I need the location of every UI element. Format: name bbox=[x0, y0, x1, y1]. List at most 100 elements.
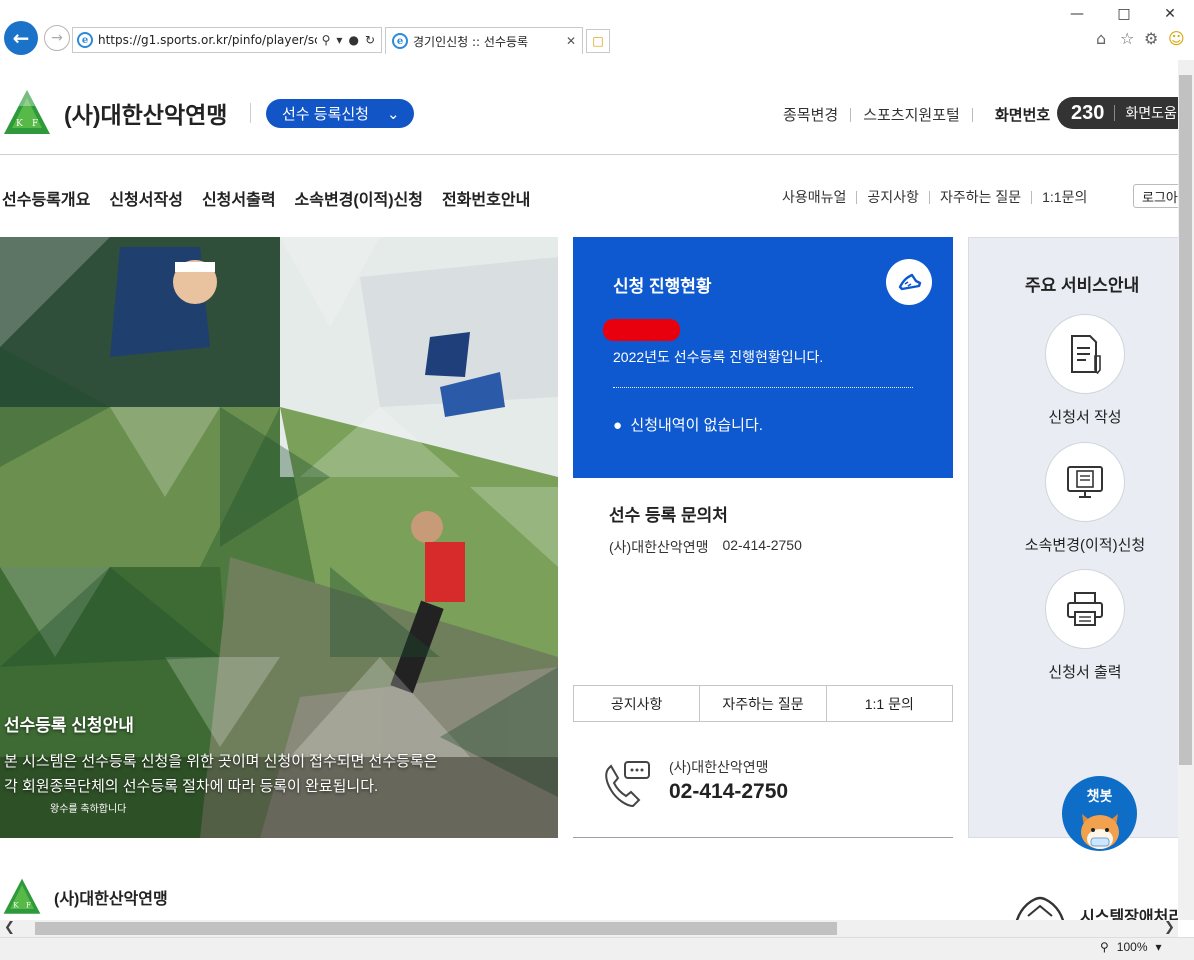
svg-text:K: K bbox=[13, 900, 19, 909]
url-text[interactable]: https://g1.sports.or.kr/pinfo/player/sc2… bbox=[98, 33, 317, 47]
header-divider bbox=[0, 154, 1178, 155]
scroll-right-icon[interactable]: ❯ bbox=[1164, 920, 1175, 935]
chatbot-label: 챗봇 bbox=[1086, 788, 1113, 804]
address-bar[interactable]: e https://g1.sports.or.kr/pinfo/player/s… bbox=[72, 27, 382, 53]
smiley-feedback-icon[interactable]: ☺ bbox=[1168, 29, 1185, 48]
lock-icon[interactable]: ● bbox=[348, 33, 358, 47]
printer-icon bbox=[1045, 569, 1125, 649]
link-sports-portal[interactable]: 스포츠지원포털 bbox=[863, 104, 960, 125]
home-icon[interactable]: ⌂ bbox=[1096, 29, 1106, 48]
runner-icon bbox=[886, 259, 932, 305]
tab-faq[interactable]: 자주하는 질문 bbox=[700, 686, 827, 721]
hero-desc-line: 본 시스템은 선수등록 신청을 위한 곳이며 신청이 접수되면 선수등록은 bbox=[4, 753, 438, 770]
contact-phone: 02-414-2750 bbox=[722, 537, 802, 553]
new-tab-icon[interactable]: □ bbox=[586, 29, 610, 53]
search-icon[interactable]: ⚲ bbox=[322, 33, 331, 47]
minimize-icon[interactable]: — bbox=[1067, 6, 1087, 22]
chevron-down-icon: ⌄ bbox=[386, 105, 400, 123]
browser-chrome: ← → e https://g1.sports.or.kr/pinfo/play… bbox=[0, 0, 1194, 60]
board-tabs: 공지사항 자주하는 질문 1:1 문의 bbox=[573, 685, 953, 722]
nav-phone-guide[interactable]: 전화번호안내 bbox=[442, 186, 530, 210]
service-label: 소속변경(이적)신청 bbox=[1024, 537, 1146, 554]
logout-button[interactable]: 로그아웃 bbox=[1133, 184, 1178, 208]
divider bbox=[573, 837, 953, 838]
hero-description: 본 시스템은 선수등록 신청을 위한 곳이며 신청이 접수되면 선수등록은 각 … bbox=[4, 749, 504, 799]
favorites-star-icon[interactable]: ☆ bbox=[1120, 29, 1134, 48]
nav-faq[interactable]: 자주하는 질문 bbox=[940, 187, 1021, 207]
nav-application-print[interactable]: 신청서출력 bbox=[202, 186, 276, 210]
screen-help-link[interactable]: 화면도움말 bbox=[1125, 103, 1178, 123]
service-transfer-request[interactable]: 소속변경(이적)신청 bbox=[969, 442, 1178, 555]
ie-icon: e bbox=[77, 32, 93, 48]
divider bbox=[856, 190, 858, 204]
svg-text:K: K bbox=[16, 119, 23, 129]
zoom-level: 100% bbox=[1116, 940, 1148, 954]
phone-box-org: (사)대한산악연맹 bbox=[669, 759, 769, 775]
horizontal-scroll-thumb[interactable] bbox=[35, 922, 837, 935]
close-window-icon[interactable]: ✕ bbox=[1160, 6, 1180, 22]
chatbot-mascot-icon bbox=[1081, 814, 1119, 849]
status-title: 신청 진행현황 bbox=[613, 277, 712, 296]
divider bbox=[250, 103, 251, 123]
nav-notice[interactable]: 공지사항 bbox=[867, 187, 919, 207]
svg-text:F: F bbox=[32, 119, 38, 129]
scroll-left-icon[interactable]: ❮ bbox=[4, 920, 15, 935]
maximize-icon[interactable]: □ bbox=[1114, 6, 1134, 22]
kf-logo-icon: K F bbox=[3, 878, 41, 914]
service-application-print[interactable]: 신청서 출력 bbox=[969, 569, 1178, 682]
divider bbox=[928, 190, 930, 204]
service-label: 신청서 출력 bbox=[1048, 664, 1122, 681]
registration-selector[interactable]: 선수 등록신청 ⌄ bbox=[266, 99, 414, 128]
nav-user-manual[interactable]: 사용매뉴얼 bbox=[782, 187, 846, 207]
forward-arrow-icon[interactable]: → bbox=[44, 25, 70, 51]
kf-logo-icon: K F bbox=[4, 90, 50, 134]
nav-transfer-request[interactable]: 소속변경(이적)신청 bbox=[295, 186, 423, 210]
zoom-control[interactable]: ⚲ 100% ▾ bbox=[1100, 940, 1162, 954]
service-label: 신청서 작성 bbox=[1048, 409, 1122, 426]
dropdown-icon[interactable]: ▾ bbox=[336, 33, 342, 47]
hero-banner: 왕수를 축하합니다 선수등록 신청안내 본 시스템은 선수등록 신청을 위한 곳… bbox=[0, 237, 558, 838]
main-nav: 선수등록개요 신청서작성 신청서출력 소속변경(이적)신청 전화번호안내 bbox=[2, 186, 530, 210]
nav-1to1-inquiry[interactable]: 1:1문의 bbox=[1042, 187, 1087, 207]
vertical-scroll-thumb[interactable] bbox=[1179, 75, 1192, 765]
contact-line: (사)대한산악연맹 02-414-2750 bbox=[609, 537, 802, 557]
divider bbox=[1114, 105, 1116, 121]
screen-number-pill[interactable]: 230 화면도움말 bbox=[1057, 97, 1178, 129]
site-logo[interactable]: K F (사)대한산악연맹 bbox=[2, 88, 227, 138]
service-application-write[interactable]: 신청서 작성 bbox=[969, 314, 1178, 427]
hero-collage-image: 왕수를 축하합니다 bbox=[0, 237, 558, 838]
org-name: (사)대한산악연맹 bbox=[64, 102, 228, 128]
system-failure-text[interactable]: 시스템장애처리 bbox=[1080, 903, 1178, 920]
close-tab-icon[interactable]: ✕ bbox=[566, 34, 582, 48]
screen-number: 230 bbox=[1071, 101, 1105, 124]
link-change-sport[interactable]: 종목변경 bbox=[783, 104, 838, 125]
selector-label: 선수 등록신청 bbox=[282, 106, 369, 123]
computer-document-icon bbox=[1045, 442, 1125, 522]
back-arrow-icon[interactable]: ← bbox=[4, 21, 38, 55]
settings-gear-icon[interactable]: ⚙ bbox=[1144, 29, 1158, 48]
ie-icon: e bbox=[392, 33, 408, 49]
utility-nav: 사용매뉴얼 공지사항 자주하는 질문 1:1문의 bbox=[782, 187, 1087, 207]
refresh-icon[interactable]: ↻ bbox=[365, 33, 375, 47]
nav-registration-overview[interactable]: 선수등록개요 bbox=[2, 186, 90, 210]
status-year-text: 2022년도 선수등록 진행현황입니다. bbox=[613, 349, 824, 365]
nav-application-write[interactable]: 신청서작성 bbox=[109, 186, 183, 210]
chatbot-button[interactable]: 챗봇 bbox=[1062, 776, 1137, 851]
hero-title: 선수등록 신청안내 bbox=[4, 716, 134, 735]
dotted-divider bbox=[613, 387, 913, 388]
divider bbox=[1031, 190, 1033, 204]
footer-logo: K F (사)대한산악연맹 bbox=[2, 877, 168, 917]
application-status-panel: 신청 진행현황 2022년도 선수등록 진행현황입니다. ● 신청내역이 없습니… bbox=[573, 237, 953, 478]
chevron-down-icon: ▾ bbox=[1155, 940, 1162, 954]
status-empty-text: ● 신청내역이 없습니다. bbox=[613, 417, 763, 434]
page-content: K F (사)대한산악연맹 선수 등록신청 ⌄ 종목변경 스포츠지원포털 화면번… bbox=[0, 60, 1178, 920]
top-links: 종목변경 스포츠지원포털 bbox=[783, 104, 985, 125]
system-support-icon bbox=[1015, 896, 1065, 920]
contact-org: (사)대한산악연맹 bbox=[609, 539, 709, 555]
browser-tab[interactable]: e 경기인신청 :: 선수등록 ✕ bbox=[385, 27, 583, 54]
zoom-icon: ⚲ bbox=[1100, 940, 1109, 954]
contact-title: 선수 등록 문의처 bbox=[609, 506, 728, 525]
svg-text:왕수를 축하합니다: 왕수를 축하합니다 bbox=[50, 802, 126, 815]
tab-1to1-inquiry[interactable]: 1:1 문의 bbox=[827, 686, 952, 721]
tab-notice[interactable]: 공지사항 bbox=[574, 686, 701, 721]
